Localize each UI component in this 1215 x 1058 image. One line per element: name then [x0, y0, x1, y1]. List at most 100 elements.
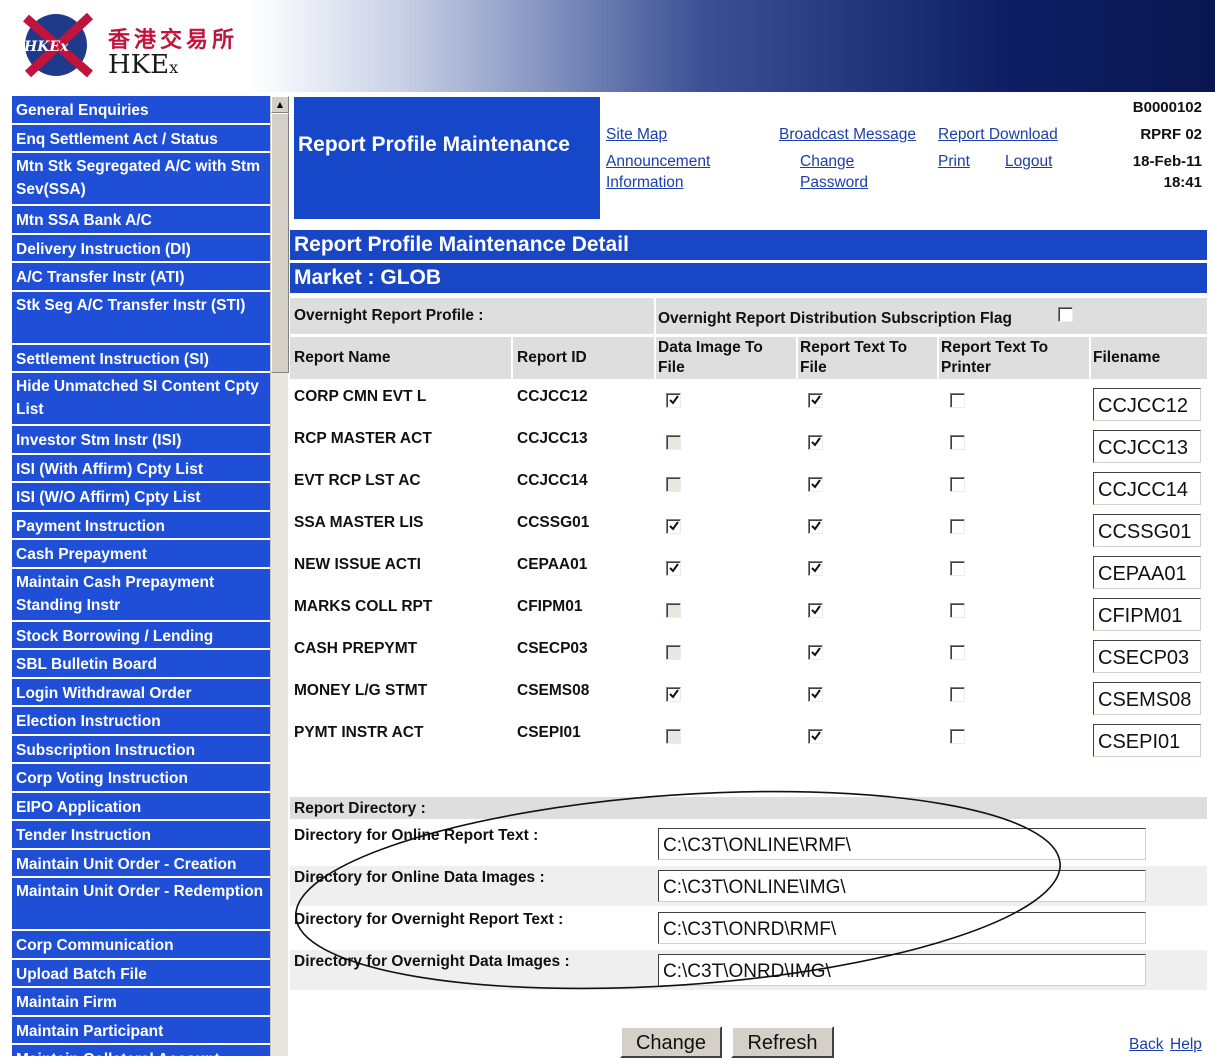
report-name-cell: CASH PREPYMT — [294, 640, 418, 657]
sidebar-item-login-withdrawal-order[interactable]: Login Withdrawal Order — [12, 678, 270, 707]
filename-input[interactable]: CSECP03 — [1093, 640, 1201, 673]
sidebar-item-hide-unmatched-si[interactable]: Hide Unmatched SI Content Cpty List — [12, 373, 270, 426]
sidebar-scrollbar[interactable]: ▲ — [270, 96, 289, 1056]
change-password-link[interactable]: Change Password — [800, 151, 868, 193]
data-image-checkbox[interactable] — [666, 687, 681, 702]
sidebar-item-corp-communication[interactable]: Corp Communication — [12, 931, 270, 960]
th-report-id: Report ID — [517, 349, 587, 366]
text-file-checkbox[interactable] — [808, 603, 823, 618]
sidebar-item-general-enquiries[interactable]: General Enquiries — [12, 96, 270, 125]
dir-input-overnight-report-text[interactable]: C:\C3T\ONRD\RMF\ — [658, 912, 1146, 944]
data-image-checkbox — [666, 435, 681, 450]
sidebar-item-subscription-instruction[interactable]: Subscription Instruction — [12, 735, 270, 764]
th-text-printer-l2: Printer — [941, 359, 991, 376]
data-image-checkbox[interactable] — [666, 393, 681, 408]
dir-input-online-report-text[interactable]: C:\C3T\ONLINE\RMF\ — [658, 828, 1146, 860]
sidebar-item-mtn-stk-segregated[interactable]: Mtn Stk Segregated A/C with Stm Sev(SSA) — [12, 153, 270, 206]
sidebar-item-maintain-cash-prepayment[interactable]: Maintain Cash Prepayment Standing Instr — [12, 568, 270, 622]
text-file-checkbox[interactable] — [808, 645, 823, 660]
sidebar-item-unit-order-creation[interactable]: Maintain Unit Order - Creation — [12, 849, 270, 878]
text-printer-checkbox[interactable] — [950, 519, 965, 534]
report-id-cell: CCSSG01 — [517, 514, 590, 531]
text-file-checkbox[interactable] — [808, 519, 823, 534]
sidebar-item-settlement-instruction[interactable]: Settlement Instruction (SI) — [12, 344, 270, 373]
scroll-thumb[interactable] — [271, 113, 289, 373]
text-file-checkbox[interactable] — [808, 477, 823, 492]
directory-title: Report Directory : — [294, 800, 426, 817]
filename-input[interactable]: CCSSG01 — [1093, 514, 1201, 547]
sidebar-menu-list: General Enquiries Enq Settlement Act / St… — [12, 96, 270, 1056]
logo-english-main: HKE — [108, 50, 170, 80]
report-id-cell: CCJCC13 — [517, 430, 588, 447]
logo-english-small: x — [169, 58, 179, 77]
filename-input[interactable]: CSEMS08 — [1093, 682, 1201, 715]
scroll-up-arrow-icon[interactable]: ▲ — [271, 96, 289, 113]
text-printer-checkbox[interactable] — [950, 393, 965, 408]
filename-input[interactable]: CSEPI01 — [1093, 724, 1201, 757]
report-download-link[interactable]: Report Download — [938, 124, 1058, 145]
sidebar-item-stk-seg-ac-transfer[interactable]: Stk Seg A/C Transfer Instr (STI) — [12, 291, 270, 345]
help-link[interactable]: Help — [1170, 1034, 1202, 1055]
sidebar-item-maintain-collateral-account[interactable]: Maintain Collateral Account — [12, 1045, 270, 1056]
text-printer-checkbox[interactable] — [950, 645, 965, 660]
sidebar-item-eipo-application[interactable]: EIPO Application — [12, 792, 270, 821]
logout-link[interactable]: Logout — [1005, 151, 1052, 172]
text-file-checkbox[interactable] — [808, 729, 823, 744]
subscription-flag-label: Overnight Report Distribution Subscripti… — [658, 310, 1012, 327]
sidebar-item-ac-transfer-instr[interactable]: A/C Transfer Instr (ATI) — [12, 263, 270, 292]
data-image-checkbox — [666, 729, 681, 744]
text-printer-checkbox[interactable] — [950, 561, 965, 576]
sidebar-item-payment-instruction[interactable]: Payment Instruction — [12, 511, 270, 540]
sidebar-item-enq-settlement-act[interactable]: Enq Settlement Act / Status — [12, 124, 270, 153]
filename-input[interactable]: CCJCC13 — [1093, 430, 1201, 463]
dir-input-overnight-data-images[interactable]: C:\C3T\ONRD\IMG\ — [658, 954, 1146, 986]
filename-input[interactable]: CEPAA01 — [1093, 556, 1201, 589]
text-printer-checkbox[interactable] — [950, 435, 965, 450]
sidebar-item-upload-batch-file[interactable]: Upload Batch File — [12, 959, 270, 988]
sidebar-item-maintain-firm[interactable]: Maintain Firm — [12, 988, 270, 1017]
filename-input[interactable]: CFIPM01 — [1093, 598, 1201, 631]
text-file-checkbox[interactable] — [808, 393, 823, 408]
current-date: 18-Feb-11 — [1132, 153, 1202, 170]
report-name-cell: RCP MASTER ACT — [294, 430, 432, 447]
sidebar-item-corp-voting-instruction[interactable]: Corp Voting Instruction — [12, 764, 270, 793]
sidebar-item-mtn-ssa-bank[interactable]: Mtn SSA Bank A/C — [12, 206, 270, 235]
sidebar-item-election-instruction[interactable]: Election Instruction — [12, 707, 270, 736]
announcement-information-link[interactable]: Announcement Information — [606, 151, 710, 193]
sidebar-item-tender-instruction[interactable]: Tender Instruction — [12, 821, 270, 850]
sidebar-item-isi-with-affirm[interactable]: ISI (With Affirm) Cpty List — [12, 454, 270, 483]
sidebar-item-investor-stm-instr[interactable]: Investor Stm Instr (ISI) — [12, 426, 270, 455]
sidebar-item-stock-borrowing-lending[interactable]: Stock Borrowing / Lending — [12, 621, 270, 650]
print-link[interactable]: Print — [938, 151, 970, 172]
site-map-link[interactable]: Site Map — [606, 124, 667, 145]
text-printer-checkbox[interactable] — [950, 603, 965, 618]
report-id-cell: CFIPM01 — [517, 598, 583, 615]
data-image-checkbox[interactable] — [666, 561, 681, 576]
back-link[interactable]: Back — [1129, 1034, 1163, 1055]
sidebar-item-isi-wo-affirm[interactable]: ISI (W/O Affirm) Cpty List — [12, 483, 270, 512]
filename-input[interactable]: CCJCC12 — [1093, 388, 1201, 421]
text-file-checkbox[interactable] — [808, 687, 823, 702]
report-name-cell: SSA MASTER LIS — [294, 514, 424, 531]
th-filename: Filename — [1093, 349, 1161, 366]
text-file-checkbox[interactable] — [808, 561, 823, 576]
change-button[interactable]: Change — [620, 1026, 722, 1058]
th-text-file: Report Text To File — [800, 338, 907, 378]
text-printer-checkbox[interactable] — [950, 477, 965, 492]
text-file-checkbox[interactable] — [808, 435, 823, 450]
broadcast-message-link[interactable]: Broadcast Message — [779, 124, 916, 145]
text-printer-checkbox[interactable] — [950, 687, 965, 702]
sidebar-item-sbl-bulletin-board[interactable]: SBL Bulletin Board — [12, 650, 270, 679]
report-id-cell: CSECP03 — [517, 640, 588, 657]
sidebar-item-maintain-participant[interactable]: Maintain Participant — [12, 1016, 270, 1045]
dir-input-online-data-images[interactable]: C:\C3T\ONLINE\IMG\ — [658, 870, 1146, 902]
sidebar-item-unit-order-redemption[interactable]: Maintain Unit Order - Redemption — [12, 878, 270, 931]
text-printer-checkbox[interactable] — [950, 729, 965, 744]
sidebar-item-delivery-instruction[interactable]: Delivery Instruction (DI) — [12, 234, 270, 263]
sidebar-item-cash-prepayment[interactable]: Cash Prepayment — [12, 540, 270, 569]
th-text-file-l2: File — [800, 359, 827, 376]
filename-input[interactable]: CCJCC14 — [1093, 472, 1201, 505]
refresh-button[interactable]: Refresh — [731, 1026, 834, 1058]
data-image-checkbox[interactable] — [666, 519, 681, 534]
subscription-flag-checkbox[interactable] — [1058, 307, 1073, 322]
